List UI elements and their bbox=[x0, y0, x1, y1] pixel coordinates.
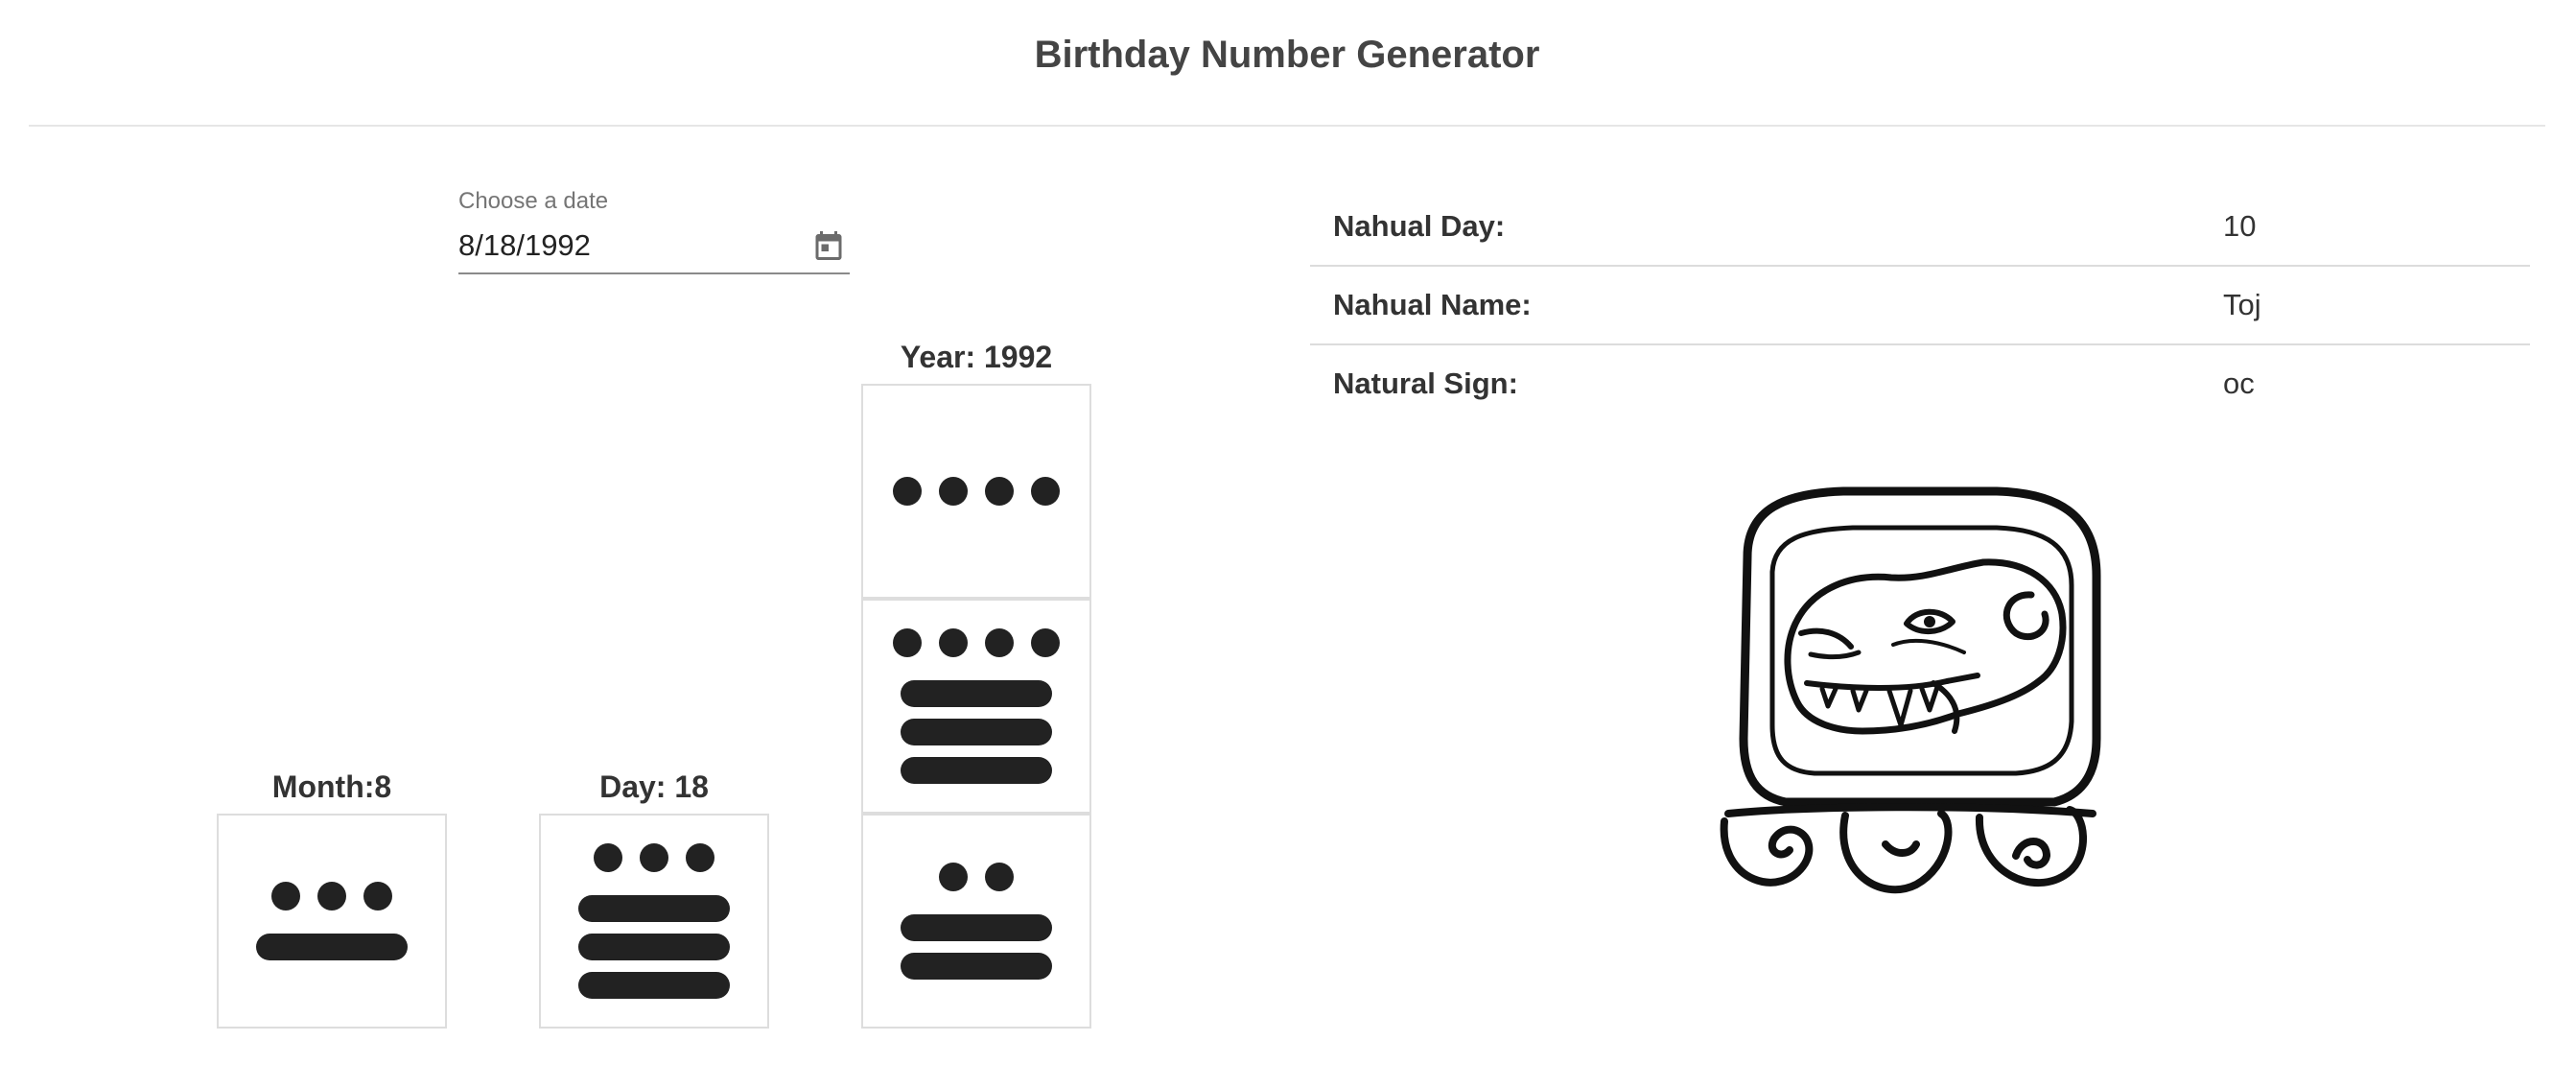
glyph-dot bbox=[939, 628, 968, 657]
year-glyph-level-1 bbox=[861, 384, 1091, 599]
info-row-nahual-day: Nahual Day: 10 bbox=[1310, 188, 2530, 267]
year-glyph-level-2 bbox=[861, 599, 1091, 814]
info-key: Nahual Name: bbox=[1333, 288, 1532, 321]
day-glyph bbox=[539, 814, 769, 1029]
day-label: Day: 18 bbox=[599, 769, 709, 804]
info-row-nahual-name: Nahual Name: Toj bbox=[1310, 267, 2530, 345]
glyph-dot bbox=[686, 843, 714, 872]
year-label: Year: 1992 bbox=[900, 340, 1053, 374]
year-glyph-2 bbox=[901, 863, 1052, 980]
info-key: Natural Sign: bbox=[1333, 367, 1518, 400]
glyph-bar bbox=[578, 934, 730, 960]
glyph-dot bbox=[939, 477, 968, 506]
glyph-dot bbox=[271, 882, 300, 911]
glyph-dot bbox=[893, 628, 922, 657]
glyph-bar bbox=[901, 914, 1052, 941]
date-picker-label: Choose a date bbox=[458, 188, 609, 214]
glyph-dot bbox=[939, 863, 968, 891]
glyph-dot bbox=[317, 882, 346, 911]
day-glyph-0 bbox=[578, 843, 730, 999]
glyph-bar bbox=[578, 972, 730, 999]
glyph-dot bbox=[1031, 477, 1060, 506]
glyph-dot bbox=[985, 628, 1014, 657]
glyph-dot bbox=[640, 843, 668, 872]
month-glyph-0 bbox=[256, 882, 408, 960]
calendar-icon[interactable] bbox=[811, 228, 846, 263]
glyph-bar bbox=[901, 680, 1052, 707]
glyph-dot bbox=[985, 477, 1014, 506]
date-picker-field: Choose a date bbox=[458, 184, 850, 276]
glyph-bar bbox=[901, 953, 1052, 980]
natural-sign-glyph-image bbox=[1690, 480, 2150, 921]
glyph-dot bbox=[594, 843, 622, 872]
nahual-info-table: Nahual Day: 10 Nahual Name: Toj Natural … bbox=[1310, 188, 2530, 422]
glyph-bar bbox=[901, 757, 1052, 784]
glyph-dot bbox=[985, 863, 1014, 891]
year-glyph-1 bbox=[893, 628, 1060, 784]
date-input[interactable] bbox=[458, 226, 794, 265]
glyph-dot bbox=[1031, 628, 1060, 657]
glyph-bar bbox=[578, 895, 730, 922]
year-glyph-level-3 bbox=[861, 814, 1091, 1029]
info-value: 10 bbox=[2223, 209, 2257, 243]
info-value: Toj bbox=[2223, 288, 2261, 321]
glyph-dot bbox=[893, 477, 922, 506]
info-row-natural-sign: Natural Sign: oc bbox=[1310, 345, 2530, 422]
glyph-dot bbox=[363, 882, 392, 911]
year-glyph-0 bbox=[893, 477, 1060, 506]
glyph-bar bbox=[901, 719, 1052, 745]
date-input-underline bbox=[458, 272, 850, 274]
page-header: Birthday Number Generator bbox=[29, 0, 2545, 127]
info-value: oc bbox=[2223, 367, 2255, 400]
info-key: Nahual Day: bbox=[1333, 209, 1506, 243]
month-glyph bbox=[217, 814, 447, 1029]
month-label: Month:8 bbox=[271, 769, 392, 804]
page-title: Birthday Number Generator bbox=[1034, 33, 1540, 76]
glyph-bar bbox=[256, 934, 408, 960]
